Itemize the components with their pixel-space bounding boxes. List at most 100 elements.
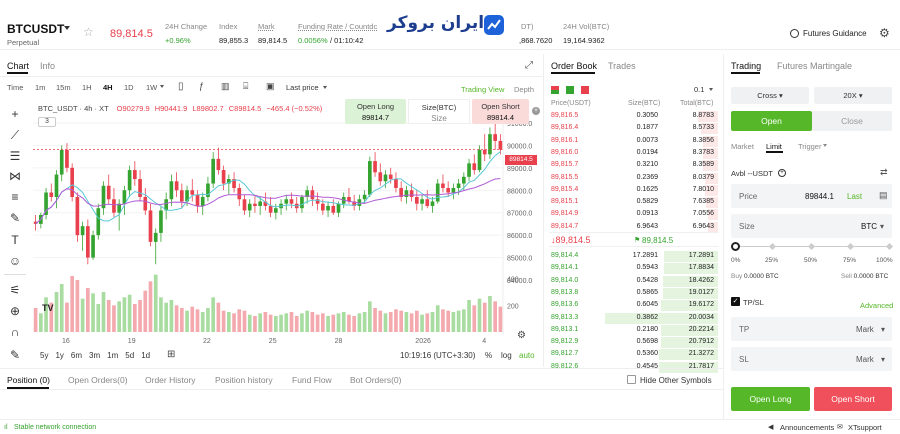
bid-row[interactable]: 89,813.1 0.2180 20.2214: [550, 324, 718, 337]
ruler-icon[interactable]: ⚟: [6, 281, 24, 299]
tab-trading[interactable]: Trading: [731, 61, 761, 71]
candle-type-icon[interactable]: ▯: [178, 81, 184, 92]
tf-1h[interactable]: 1H: [82, 83, 92, 92]
ask-row[interactable]: 89,815.4 0.1625 7.8010: [550, 184, 718, 197]
range-5y[interactable]: 5y: [40, 351, 48, 360]
crosshair-icon[interactable]: +: [6, 105, 24, 123]
calculator-icon[interactable]: ▤: [879, 190, 888, 201]
bid-row[interactable]: 89,814.4 17.2891 17.2891: [550, 251, 718, 263]
auto-toggle[interactable]: auto: [519, 351, 535, 360]
book-both-icon[interactable]: [551, 86, 559, 94]
ask-row[interactable]: 89,816.4 0.1877 8.5733: [550, 123, 718, 135]
size-field[interactable]: Size BTC ▾: [731, 214, 892, 238]
transfer-icon[interactable]: ⇄: [880, 167, 888, 178]
sl-field[interactable]: SL Mark ▾: [731, 347, 892, 371]
quick-open-long-button[interactable]: Open Long 89814.7: [345, 99, 406, 124]
bid-row[interactable]: 89,814.1 0.5943 17.8834: [550, 263, 718, 275]
symbol-name[interactable]: BTCUSDT: [7, 22, 64, 36]
tab-fund-flow[interactable]: Fund Flow: [292, 375, 332, 385]
tab-info[interactable]: Info: [40, 61, 55, 71]
tab-chart[interactable]: Chart: [7, 61, 29, 71]
goto-date-icon[interactable]: ⊞: [167, 349, 175, 360]
leverage-select[interactable]: 20X ▾: [814, 87, 892, 104]
book-asks-icon[interactable]: [581, 86, 589, 94]
book-step[interactable]: 0.1: [694, 85, 704, 94]
tab-position-history[interactable]: Position history: [215, 375, 273, 385]
fib-icon[interactable]: ≡: [6, 188, 24, 206]
open-tab-button[interactable]: Open: [731, 111, 812, 131]
open-short-button[interactable]: Open Short: [814, 387, 892, 411]
bid-row[interactable]: 89,812.7 0.5360 21.3272: [550, 349, 718, 361]
ask-row[interactable]: 89,815.5 0.2369 8.0379: [550, 172, 718, 185]
quick-size-field[interactable]: Size(BTC) Size: [408, 99, 470, 124]
tab-positions[interactable]: Position (0): [7, 375, 50, 385]
support-icon[interactable]: ✉: [837, 423, 843, 431]
range-1m[interactable]: 1m: [107, 351, 118, 360]
bid-row[interactable]: 89,814.0 0.5428 18.4262: [550, 275, 718, 288]
open-long-button[interactable]: Open Long: [731, 387, 810, 411]
expand-icon[interactable]: ⤢: [525, 60, 533, 71]
bid-row[interactable]: 89,813.3 0.3862 20.0034: [550, 312, 718, 325]
range-5d[interactable]: 5d: [125, 351, 134, 360]
tf-1m[interactable]: 1m: [35, 83, 45, 92]
ask-row[interactable]: 89,815.7 0.3210 8.3589: [550, 160, 718, 172]
tf-more-icon[interactable]: [160, 85, 164, 88]
tf-1w[interactable]: 1W: [146, 83, 157, 92]
depth-toggle[interactable]: Depth: [514, 85, 534, 94]
ask-row[interactable]: 89,815.1 0.5829 7.6385: [550, 197, 718, 209]
percent-toggle[interactable]: %: [485, 351, 492, 360]
tab-order-history[interactable]: Order History: [145, 375, 196, 385]
symbol-dropdown-icon[interactable]: [64, 26, 70, 30]
lock-draw-icon[interactable]: ✎: [6, 346, 24, 364]
brush-icon[interactable]: ✎: [6, 209, 24, 227]
ask-row[interactable]: 89,816.1 0.0073 8.3856: [550, 135, 718, 148]
tab-trades[interactable]: Trades: [608, 61, 636, 71]
bid-row[interactable]: 89,813.8 0.5865 19.0127: [550, 287, 718, 300]
tab-order-book[interactable]: Order Book: [551, 61, 597, 71]
log-toggle[interactable]: log: [501, 351, 512, 360]
zoom-icon[interactable]: ⊕: [6, 302, 24, 320]
close-tab-button[interactable]: Close: [812, 111, 892, 131]
magnet-icon[interactable]: ∩: [6, 323, 24, 341]
bars-icon[interactable]: ▥: [221, 81, 230, 92]
tf-15m[interactable]: 15m: [56, 83, 71, 92]
indicator-toggle[interactable]: 3: [38, 117, 56, 127]
add-funds-icon[interactable]: +: [778, 169, 786, 177]
chart-settings-icon[interactable]: ⚙: [517, 330, 526, 341]
quick-open-short-button[interactable]: Open Short 89814.4: [472, 99, 529, 124]
hide-other-checkbox[interactable]: [627, 375, 636, 384]
range-3m[interactable]: 3m: [89, 351, 100, 360]
size-slider-handle[interactable]: [731, 242, 740, 251]
tf-1d[interactable]: 1D: [124, 83, 134, 92]
hlines-icon[interactable]: ☰: [6, 147, 24, 165]
futures-guidance-link[interactable]: Futures Guidance: [803, 29, 867, 38]
advanced-link[interactable]: Advanced: [860, 301, 893, 310]
bid-row[interactable]: 89,813.6 0.6045 19.6172: [550, 300, 718, 312]
text-icon[interactable]: T: [6, 231, 24, 249]
last-price-select[interactable]: Last price: [286, 83, 319, 92]
range-6m[interactable]: 6m: [71, 351, 82, 360]
gear-icon[interactable]: ⚙: [879, 26, 890, 40]
tf-4h[interactable]: 4H: [103, 83, 113, 92]
ask-row[interactable]: 89,814.9 0.0913 7.0556: [550, 209, 718, 221]
tab-bot-orders[interactable]: Bot Orders(0): [350, 375, 402, 385]
compass-icon[interactable]: [790, 29, 799, 38]
margin-mode-select[interactable]: Cross ▾: [731, 87, 809, 104]
order-type-limit[interactable]: Limit: [766, 142, 782, 151]
ask-row[interactable]: 89,816.5 0.3050 8.8783: [550, 111, 718, 123]
quick-close-icon[interactable]: ×: [532, 107, 540, 115]
book-bids-icon[interactable]: [566, 86, 574, 94]
support-link[interactable]: XTsupport: [848, 423, 882, 432]
emoji-icon[interactable]: ☺: [6, 252, 24, 270]
bid-row[interactable]: 89,812.9 0.5698 20.7912: [550, 337, 718, 349]
tp-mark[interactable]: Mark: [856, 325, 874, 334]
price-chart[interactable]: 91000.090000.089000.088000.087000.086000…: [33, 97, 539, 345]
tp-field[interactable]: TP Mark ▾: [731, 317, 892, 341]
ask-row[interactable]: 89,816.0 0.0194 8.3783: [550, 147, 718, 160]
favorite-star-icon[interactable]: ☆: [83, 25, 94, 39]
price-field[interactable]: Price 89844.1 Last: [731, 184, 892, 208]
order-type-trigger[interactable]: Trigger: [798, 142, 821, 151]
tab-martingale[interactable]: Futures Martingale: [777, 61, 852, 71]
megaphone-icon[interactable]: ◀: [768, 423, 773, 431]
pattern-icon[interactable]: ⋈: [6, 167, 24, 185]
